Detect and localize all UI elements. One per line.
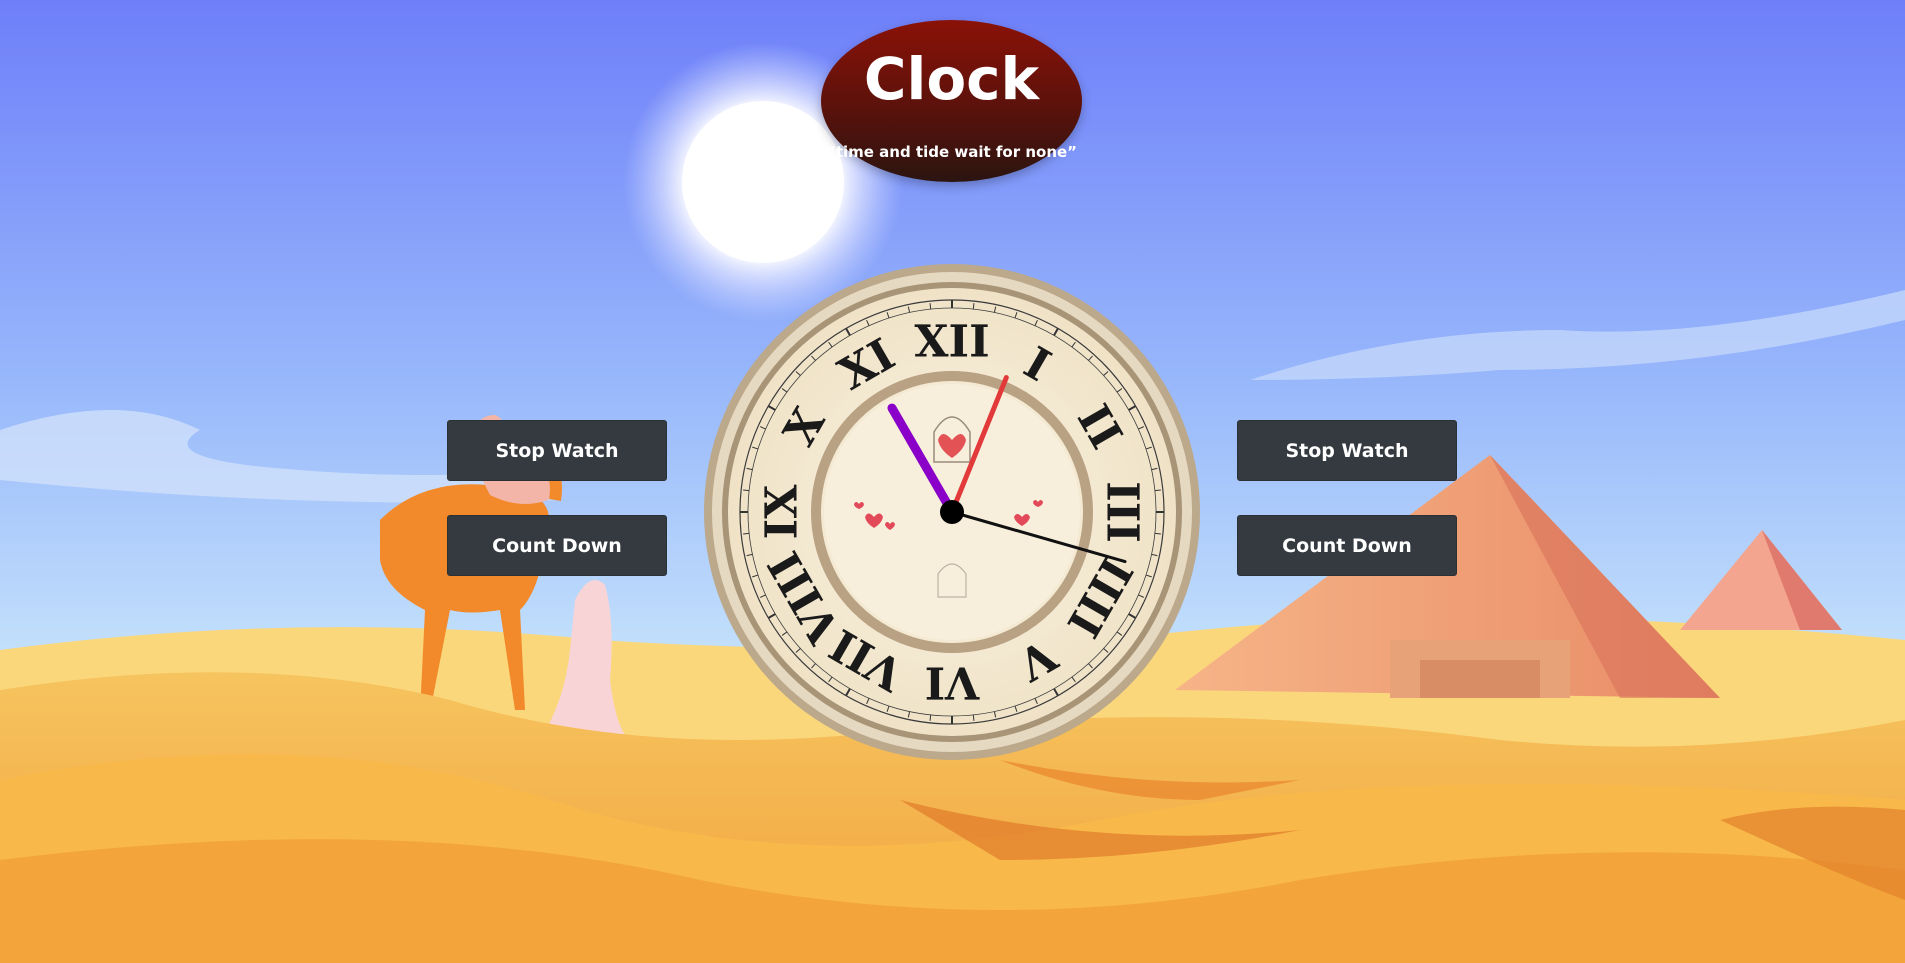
- analog-clock: XII IIIIIIIIIIVVIVIIVIIIIXXXI: [704, 264, 1200, 760]
- title-badge: Clock “time and tide wait for none”: [821, 20, 1082, 182]
- right-stopwatch-button[interactable]: Stop Watch: [1237, 420, 1457, 481]
- clock-numeral: VI: [925, 657, 981, 708]
- minute-tick: [1154, 489, 1161, 492]
- right-countdown-button[interactable]: Count Down: [1237, 515, 1457, 576]
- clock-numeral: IX: [757, 484, 808, 540]
- minute-tick: [972, 303, 975, 310]
- minute-tick: [1154, 532, 1161, 535]
- page-subtitle: “time and tide wait for none”: [825, 143, 1078, 161]
- minute-tick: [929, 714, 932, 721]
- left-stopwatch-button[interactable]: Stop Watch: [447, 420, 667, 481]
- left-countdown-button[interactable]: Count Down: [447, 515, 667, 576]
- minute-tick: [743, 532, 750, 535]
- minute-tick: [743, 489, 750, 492]
- minute-tick: [929, 303, 932, 310]
- minute-tick: [972, 714, 975, 721]
- clock-numeral: XII: [914, 317, 989, 368]
- clock-center-pin: [940, 500, 964, 524]
- page-title: Clock: [863, 45, 1040, 113]
- clock-numeral: III: [1097, 481, 1148, 543]
